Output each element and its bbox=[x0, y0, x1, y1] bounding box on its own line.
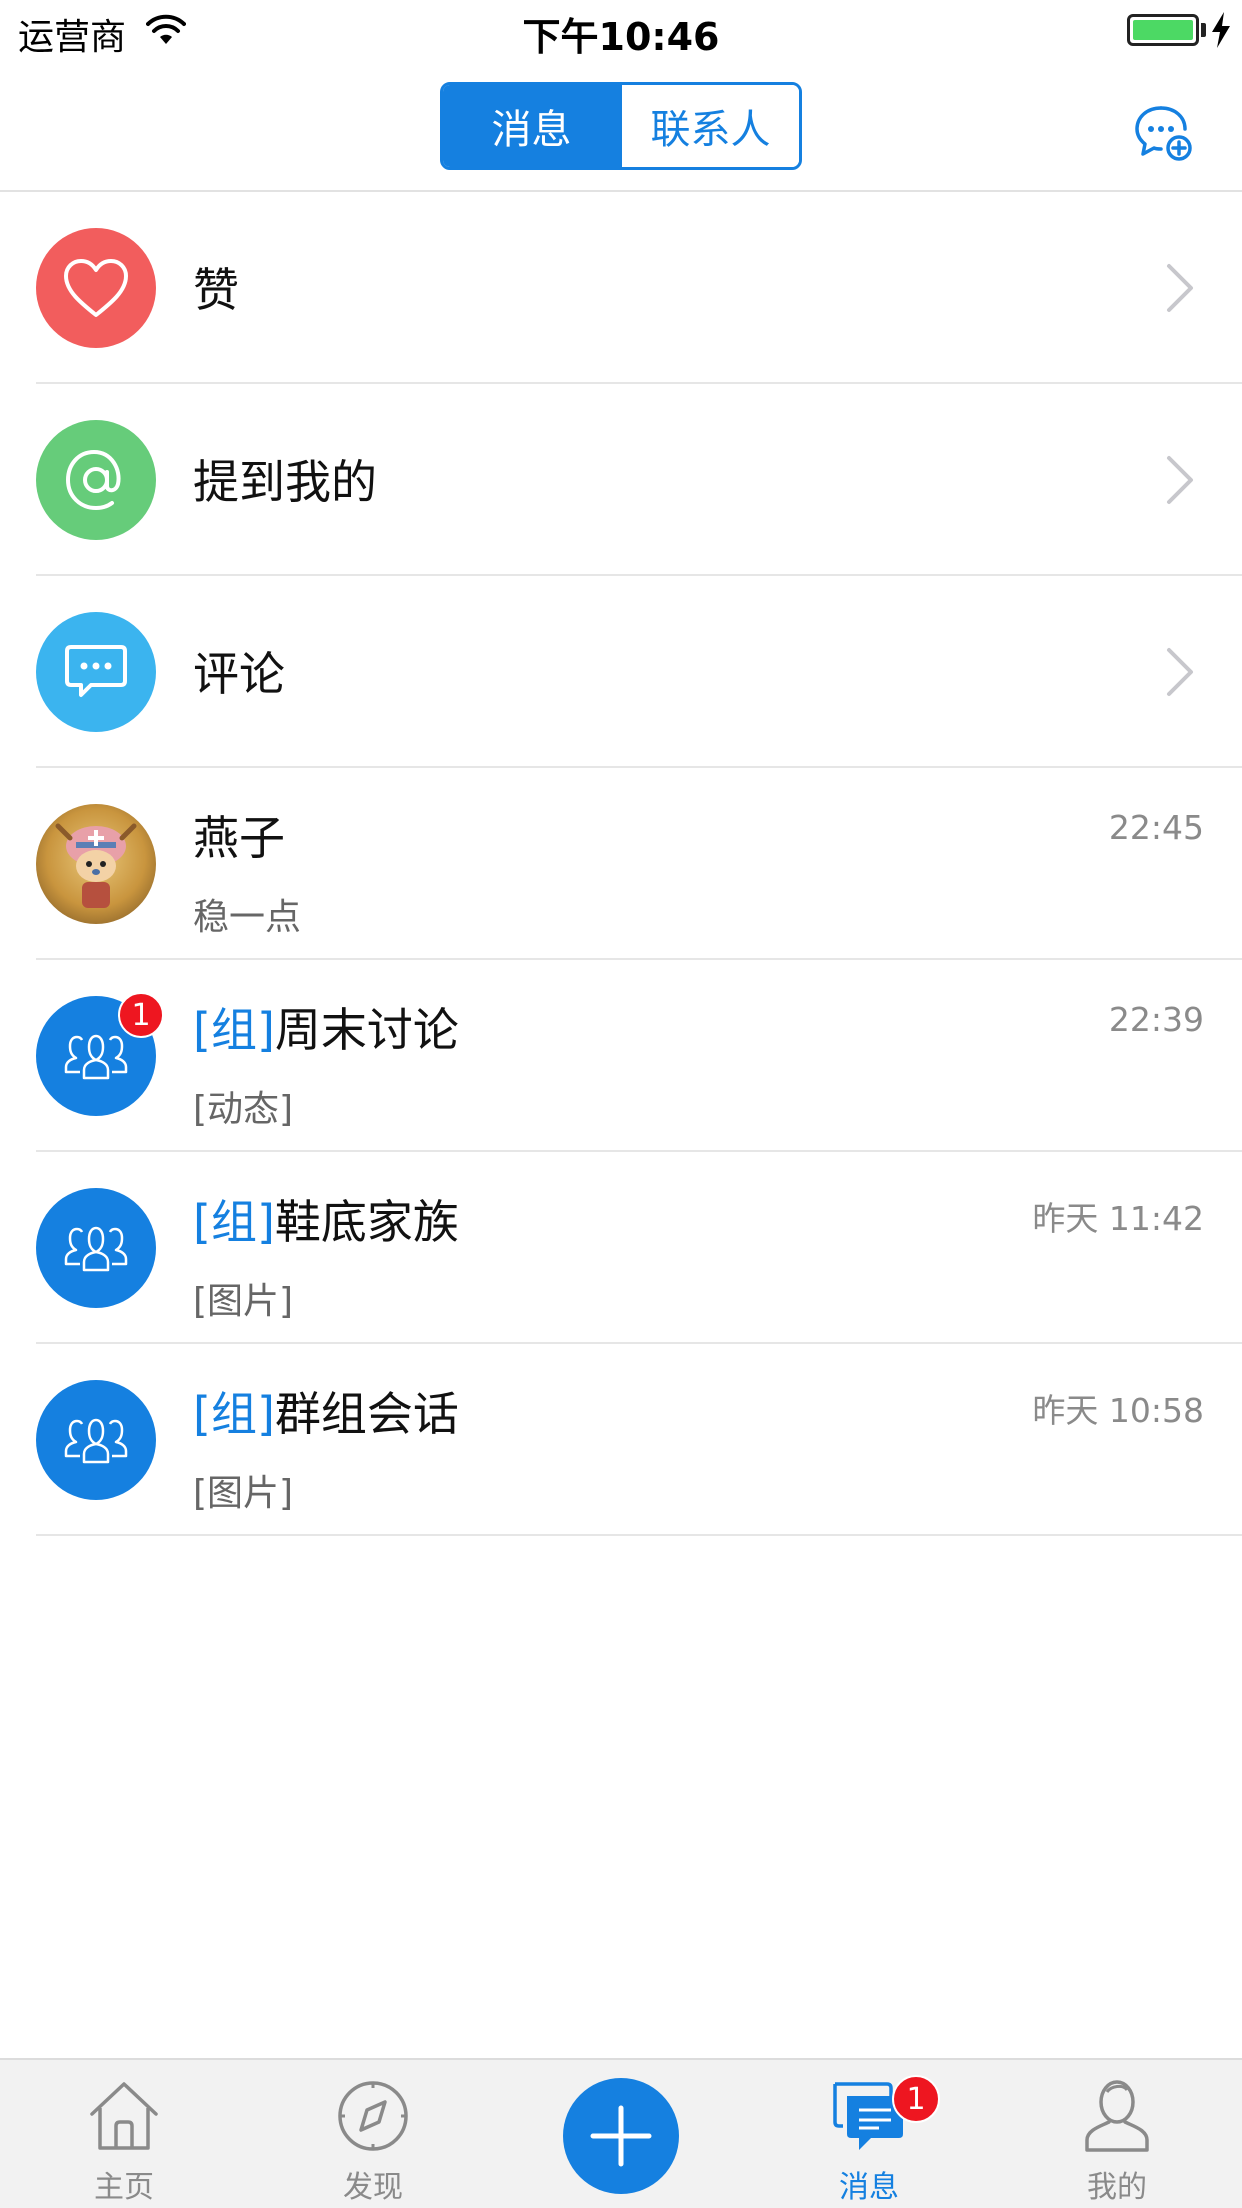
group-name: 鞋底家族 bbox=[274, 1195, 459, 1249]
battery-tip bbox=[1201, 23, 1206, 37]
profile-icon bbox=[1085, 2080, 1149, 2152]
tab-messages-badge: 1 bbox=[892, 2075, 940, 2123]
conversation-item[interactable]: 1 [组]周末讨论 [动态] 22:39 bbox=[0, 960, 1242, 1152]
tab-profile-label: 我的 bbox=[1087, 2170, 1147, 2205]
unread-badge: 1 bbox=[118, 992, 164, 1038]
group-tag: [组] bbox=[193, 1195, 275, 1249]
conversation-item[interactable]: [组]群组会话 [图片] 昨天 10:58 bbox=[0, 1344, 1242, 1536]
conversation-item[interactable]: [组]鞋底家族 [图片] 昨天 11:42 bbox=[0, 1152, 1242, 1344]
likes-label: 赞 bbox=[193, 263, 239, 317]
group-avatar bbox=[36, 1188, 156, 1308]
conversation-name: [组]周末讨论 bbox=[193, 994, 459, 1060]
conversation-time: 昨天 10:58 bbox=[1032, 1391, 1204, 1430]
list-item-comments[interactable]: 评论 bbox=[0, 576, 1242, 768]
group-icon bbox=[64, 1418, 128, 1464]
home-icon bbox=[90, 2082, 158, 2150]
group-icon bbox=[64, 1034, 128, 1080]
at-icon bbox=[65, 449, 121, 511]
conversation-name: [组]鞋底家族 bbox=[193, 1186, 459, 1252]
status-bar: 运营商 下午10:46 bbox=[0, 0, 1242, 62]
conversation-preview: [图片] bbox=[193, 1281, 294, 1322]
conversation-item[interactable]: 燕子 稳一点 22:45 bbox=[0, 768, 1242, 960]
group-icon bbox=[64, 1226, 128, 1272]
compass-icon bbox=[338, 2081, 408, 2151]
segment-messages[interactable]: 消息 bbox=[443, 85, 620, 167]
tab-profile[interactable]: 我的 bbox=[1027, 2060, 1207, 2208]
nav-bar: 消息 联系人 bbox=[0, 62, 1242, 192]
comment-avatar bbox=[36, 612, 156, 732]
comment-icon bbox=[65, 645, 127, 697]
conversation-time: 22:45 bbox=[1108, 808, 1204, 847]
tab-home-label: 主页 bbox=[94, 2170, 154, 2205]
conversation-preview: [图片] bbox=[193, 1473, 294, 1514]
group-tag: [组] bbox=[193, 1003, 275, 1057]
user-avatar bbox=[36, 804, 156, 924]
tab-messages-label: 消息 bbox=[839, 2170, 899, 2205]
tab-discover-label: 发现 bbox=[343, 2170, 403, 2205]
mention-avatar bbox=[36, 420, 156, 540]
group-name: 周末讨论 bbox=[274, 1003, 459, 1057]
tab-discover[interactable]: 发现 bbox=[283, 2060, 463, 2208]
chat-add-icon[interactable] bbox=[1133, 102, 1195, 164]
segment-contacts[interactable]: 联系人 bbox=[620, 85, 799, 167]
group-avatar bbox=[36, 1380, 156, 1500]
chevron-right-icon bbox=[1167, 648, 1193, 696]
list-item-likes[interactable]: 赞 bbox=[0, 192, 1242, 384]
tab-bar: 主页 发现 消息 1 我的 bbox=[0, 2058, 1242, 2208]
clock: 下午10:46 bbox=[522, 15, 720, 59]
conversation-time: 22:39 bbox=[1108, 1000, 1204, 1039]
comments-label: 评论 bbox=[193, 647, 285, 701]
plus-icon bbox=[590, 2105, 652, 2167]
chevron-right-icon bbox=[1167, 456, 1193, 504]
like-avatar bbox=[36, 228, 156, 348]
tab-home[interactable]: 主页 bbox=[34, 2060, 214, 2208]
conversation-name: 燕子 bbox=[193, 811, 285, 865]
list-item-mentions[interactable]: 提到我的 bbox=[0, 384, 1242, 576]
mentions-label: 提到我的 bbox=[193, 455, 377, 509]
group-tag: [组] bbox=[193, 1387, 275, 1441]
conversation-time: 昨天 11:42 bbox=[1032, 1199, 1204, 1238]
group-name: 群组会话 bbox=[274, 1387, 459, 1441]
conversation-preview: [动态] bbox=[193, 1089, 294, 1130]
battery-icon bbox=[1127, 14, 1199, 46]
compose-plus-button[interactable] bbox=[563, 2078, 679, 2194]
group-avatar: 1 bbox=[36, 992, 164, 1116]
conversation-preview: 稳一点 bbox=[193, 897, 302, 938]
user-avatar-image bbox=[55, 823, 137, 908]
segmented-control: 消息 联系人 bbox=[440, 82, 802, 170]
charging-icon bbox=[1212, 12, 1230, 48]
heart-icon bbox=[64, 259, 128, 317]
conversation-name: [组]群组会话 bbox=[193, 1378, 459, 1444]
chevron-right-icon bbox=[1167, 264, 1193, 312]
message-list: 赞 提到我的 评论 燕子 稳一点 22:45 1 [组]周末讨论 [动态] 22… bbox=[0, 192, 1242, 1536]
